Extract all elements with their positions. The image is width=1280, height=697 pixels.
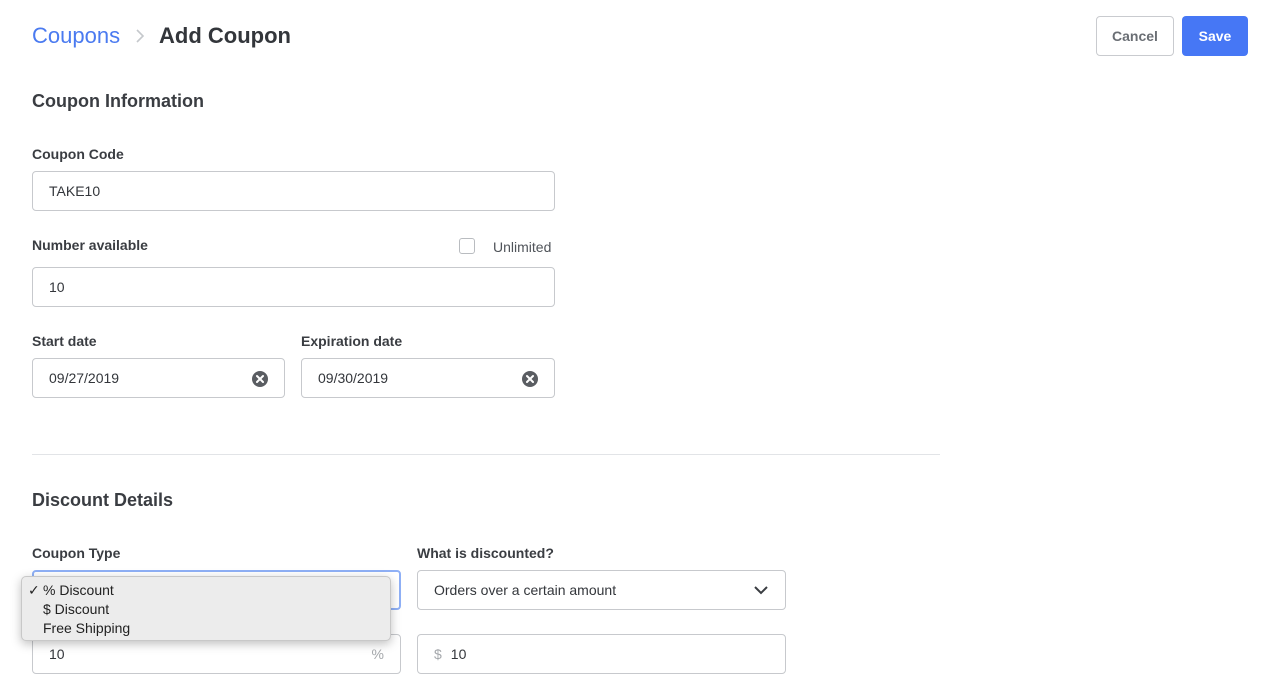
start-date-label: Start date: [32, 333, 97, 349]
section-divider: [32, 454, 940, 455]
dropdown-option-free-shipping[interactable]: Free Shipping: [22, 619, 390, 638]
coupon-type-label: Coupon Type: [32, 545, 121, 561]
chevron-right-icon: [136, 29, 145, 43]
dropdown-option-dollar-discount[interactable]: $ Discount: [22, 600, 390, 619]
unlimited-label[interactable]: Unlimited: [493, 239, 551, 255]
option-label: $ Discount: [43, 601, 110, 617]
discount-amount-value: 10: [49, 646, 65, 662]
save-button[interactable]: Save: [1182, 16, 1248, 56]
option-label: Free Shipping: [43, 620, 131, 636]
what-is-discounted-select[interactable]: Orders over a certain amount: [417, 570, 786, 610]
coupon-code-input[interactable]: TAKE10: [32, 171, 555, 211]
number-available-label: Number available: [32, 237, 148, 253]
coupon-code-label: Coupon Code: [32, 146, 124, 162]
clear-expiration-date-icon[interactable]: [521, 370, 539, 388]
what-is-discounted-label: What is discounted?: [417, 545, 554, 561]
coupon-type-dropdown: ✓ % Discount $ Discount Free Shipping: [21, 576, 391, 641]
percent-suffix: %: [371, 646, 384, 662]
expiration-date-input[interactable]: 09/30/2019: [301, 358, 555, 398]
minimum-order-input[interactable]: $ 10: [417, 634, 786, 674]
expiration-date-label: Expiration date: [301, 333, 403, 349]
cancel-button[interactable]: Cancel: [1096, 16, 1174, 56]
start-date-input[interactable]: 09/27/2019: [32, 358, 285, 398]
clear-start-date-icon[interactable]: [251, 370, 269, 388]
number-available-value: 10: [49, 279, 65, 295]
page-title: Add Coupon: [159, 23, 291, 48]
coupon-information-heading: Coupon Information: [32, 91, 204, 111]
coupon-code-value: TAKE10: [49, 183, 101, 199]
unlimited-checkbox[interactable]: [459, 238, 475, 254]
checkmark-icon: ✓: [28, 582, 40, 598]
chevron-down-icon: [754, 586, 768, 595]
breadcrumb-coupons-link[interactable]: Coupons: [32, 23, 120, 49]
discount-details-heading: Discount Details: [32, 490, 174, 510]
start-date-value: 09/27/2019: [49, 370, 120, 386]
dropdown-option-percent-discount[interactable]: ✓ % Discount: [22, 581, 390, 600]
minimum-order-value: 10: [450, 646, 467, 662]
dollar-prefix: $: [434, 646, 442, 662]
expiration-date-value: 09/30/2019: [318, 370, 389, 386]
what-is-discounted-value: Orders over a certain amount: [434, 582, 617, 598]
number-available-input[interactable]: 10: [32, 267, 555, 307]
option-label: % Discount: [43, 582, 114, 598]
